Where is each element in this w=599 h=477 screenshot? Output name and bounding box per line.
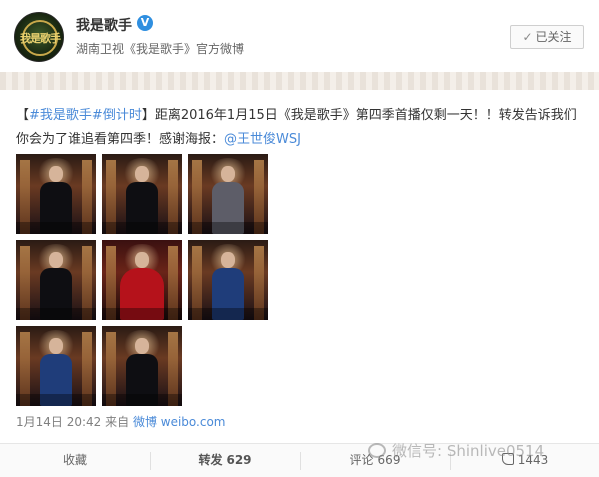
repost-label: 转发 [198, 453, 223, 467]
poster-thumbnail[interactable] [102, 240, 182, 320]
wechat-icon [368, 443, 386, 458]
bracket-open: 【 [16, 108, 30, 123]
poster-thumbnail[interactable] [16, 154, 96, 234]
follow-label: 已关注 [535, 30, 572, 44]
check-icon: ✓ [522, 30, 533, 44]
poster-thumbnail[interactable] [102, 326, 182, 406]
wechat-watermark: 微信号: Shinlive0514 [368, 440, 544, 461]
follow-button[interactable]: ✓ 已关注 [510, 25, 584, 49]
poster-thumbnail[interactable] [102, 154, 182, 234]
post-text: 【#我是歌手#倒计时】距离2016年1月15日《我是歌手》第四季首播仅剩一天！！… [16, 104, 586, 152]
bracket-close: 】 [141, 108, 155, 123]
avatar-logo-text: 我是歌手 [20, 32, 61, 45]
post-header: 我是歌手 我是歌手 V 湖南卫视《我是歌手》官方微博 ✓ 已关注 [0, 0, 599, 68]
topic-link[interactable]: 倒计时 [103, 108, 142, 123]
post-time[interactable]: 1月14日 20:42 [16, 415, 101, 429]
mention-link[interactable]: @王世俊WSJ [224, 132, 301, 147]
post-source-link[interactable]: 微博 weibo.com [133, 415, 226, 429]
from-label: 来自 [101, 415, 133, 429]
favorite-button[interactable]: 收藏 [0, 444, 150, 477]
hashtag-link[interactable]: #我是歌手# [29, 108, 103, 123]
poster-thumbnail[interactable] [16, 240, 96, 320]
poster-thumbnail[interactable] [16, 326, 96, 406]
account-description: 湖南卫视《我是歌手》官方微博 [76, 42, 245, 56]
avatar[interactable]: 我是歌手 [14, 12, 64, 62]
poster-thumbnail[interactable] [188, 154, 268, 234]
post-meta: 1月14日 20:42 来自 微博 weibo.com [16, 413, 226, 430]
repost-button[interactable]: 转发 629 [150, 444, 300, 477]
watermark-text: 微信号: Shinlive0514 [392, 442, 545, 460]
account-name[interactable]: 我是歌手 [76, 15, 132, 35]
favorite-label: 收藏 [62, 453, 87, 467]
verified-icon: V [137, 15, 153, 31]
poster-thumbnail[interactable] [188, 240, 268, 320]
header-divider [0, 72, 599, 90]
repost-count: 629 [226, 453, 252, 467]
